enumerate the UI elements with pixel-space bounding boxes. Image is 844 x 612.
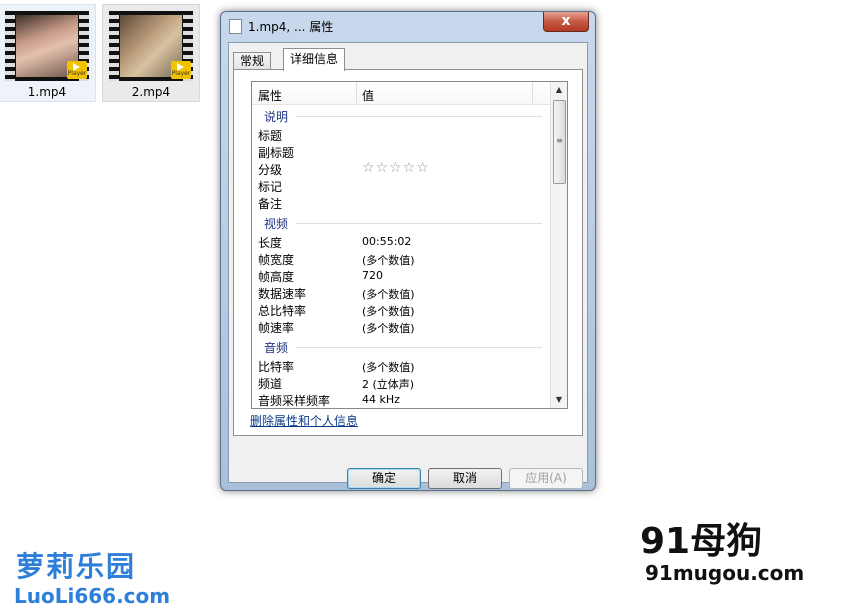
tab-general[interactable]: 常规 bbox=[233, 52, 272, 70]
player-badge-icon: Player bbox=[67, 61, 87, 79]
column-header-value[interactable]: 值 bbox=[362, 87, 374, 104]
property-row[interactable]: 帧速率 (多个数值) bbox=[252, 318, 550, 335]
property-row[interactable]: 备注 bbox=[252, 194, 550, 211]
file-item-1[interactable]: Player 1.mp4 bbox=[0, 4, 96, 102]
property-rows: 说明 标题 副标题 分级 ☆☆☆☆☆ 标记 备注 视频 长度 00:55:02 帧宽… bbox=[252, 104, 550, 408]
file-icon bbox=[229, 19, 242, 34]
watermark-left-url: LuoLi666.com bbox=[14, 584, 171, 608]
video-thumbnail: Player bbox=[109, 11, 193, 81]
file-name: 2.mp4 bbox=[131, 85, 171, 99]
property-row[interactable]: 比特率 (多个数值) bbox=[252, 357, 550, 374]
property-row[interactable]: 标题 bbox=[252, 126, 550, 143]
tab-details[interactable]: 详细信息 bbox=[283, 48, 346, 71]
scroll-thumb[interactable]: ≡ bbox=[553, 100, 566, 184]
close-button[interactable]: x bbox=[543, 12, 589, 32]
ok-button[interactable]: 确定 bbox=[347, 468, 421, 489]
property-row[interactable]: 长度 00:55:02 bbox=[252, 233, 550, 250]
scroll-down-arrow-icon[interactable]: ▼ bbox=[551, 392, 567, 408]
cancel-button[interactable]: 取消 bbox=[428, 468, 502, 489]
details-panel: 属性 值 说明 标题 副标题 分级 ☆☆☆☆☆ 标记 备注 视频 长度 00:55:… bbox=[233, 69, 583, 436]
column-divider[interactable] bbox=[356, 82, 357, 104]
dialog-body: 常规 详细信息 属性 值 说明 标题 副标题 分级 ☆☆☆☆☆ 标记 备注 视频… bbox=[228, 42, 588, 489]
property-row[interactable]: 数据速率 (多个数值) bbox=[252, 284, 550, 301]
group-header: 说明 bbox=[252, 104, 550, 126]
properties-dialog: 1.mp4, ... 属性 x 常规 详细信息 属性 值 说明 标题 副标题 分… bbox=[220, 11, 596, 491]
watermark-right-title: 91母狗 bbox=[640, 521, 763, 562]
watermark-left-title: 萝莉乐园 bbox=[16, 550, 137, 583]
group-header: 音频 bbox=[252, 335, 550, 357]
property-list[interactable]: 属性 值 说明 标题 副标题 分级 ☆☆☆☆☆ 标记 备注 视频 长度 00:55:… bbox=[251, 81, 568, 409]
rating-stars-icon[interactable]: ☆☆☆☆☆ bbox=[362, 160, 430, 176]
watermark-right-url: 91mugou.com bbox=[645, 561, 805, 585]
property-row[interactable]: 频道 2 (立体声) bbox=[252, 374, 550, 391]
property-row[interactable]: 帧高度 720 bbox=[252, 267, 550, 284]
vertical-scrollbar[interactable]: ▲ ≡ ▼ bbox=[550, 82, 567, 408]
property-row[interactable]: 副标题 bbox=[252, 143, 550, 160]
remove-properties-link[interactable]: 删除属性和个人信息 bbox=[250, 412, 358, 429]
property-row[interactable]: 总比特率 (多个数值) bbox=[252, 301, 550, 318]
group-header: 视频 bbox=[252, 211, 550, 233]
column-header-property[interactable]: 属性 bbox=[258, 87, 282, 104]
video-thumbnail: Player bbox=[5, 11, 89, 81]
title-bar[interactable]: 1.mp4, ... 属性 x bbox=[221, 12, 595, 40]
column-divider[interactable] bbox=[532, 82, 533, 104]
film-strip-left bbox=[5, 11, 15, 81]
player-badge-icon: Player bbox=[171, 61, 191, 79]
list-header: 属性 值 bbox=[252, 82, 550, 105]
film-strip-left bbox=[109, 11, 119, 81]
dialog-title: 1.mp4, ... 属性 bbox=[248, 20, 334, 34]
property-row[interactable]: 帧宽度 (多个数值) bbox=[252, 250, 550, 267]
property-row[interactable]: 标记 bbox=[252, 177, 550, 194]
apply-button[interactable]: 应用(A) bbox=[509, 468, 583, 489]
property-row[interactable]: 分级 ☆☆☆☆☆ bbox=[252, 160, 550, 177]
scroll-up-arrow-icon[interactable]: ▲ bbox=[551, 82, 567, 98]
file-name: 1.mp4 bbox=[27, 85, 67, 99]
property-row[interactable]: 音频采样频率 44 kHz bbox=[252, 391, 550, 408]
file-item-2[interactable]: Player 2.mp4 bbox=[102, 4, 200, 102]
